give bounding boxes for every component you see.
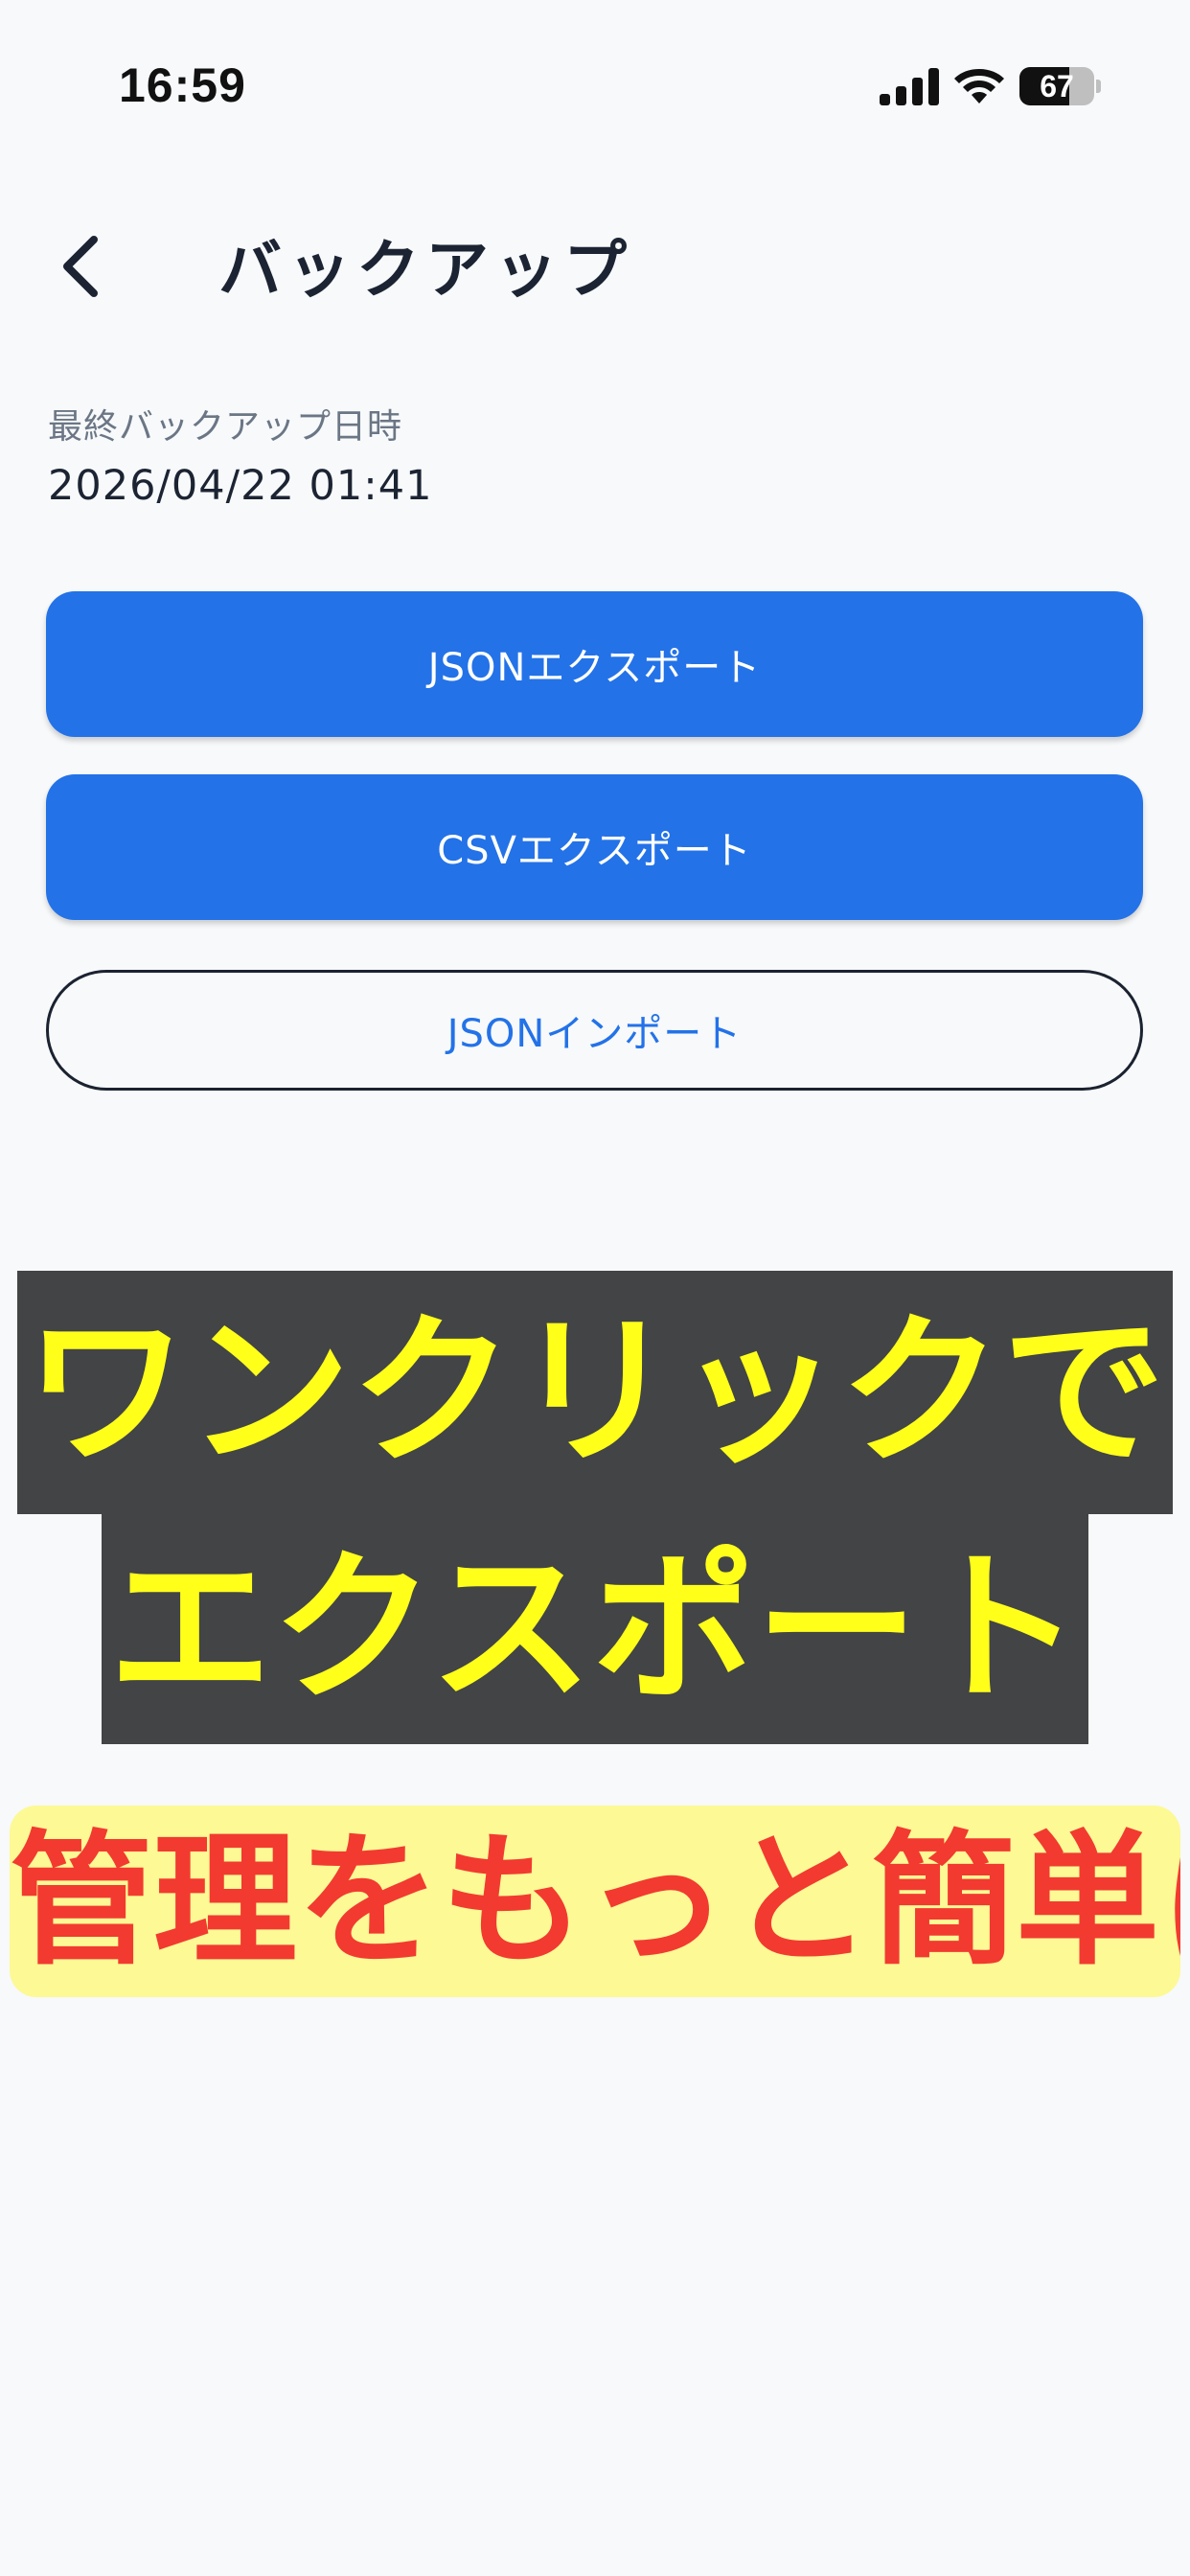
battery-cap (1096, 80, 1101, 93)
json-export-button[interactable]: JSONエクスポート (46, 591, 1143, 737)
page-title: バックアップ (218, 233, 632, 307)
signal-icon (880, 68, 939, 105)
status-bar: 16:59 67 (0, 0, 1190, 172)
last-backup-label: 最終バックアップ日時 (48, 407, 403, 447)
highlight-caption: 管理をもっと簡単に (10, 1806, 1180, 1997)
status-time: 16:59 (119, 58, 246, 112)
json-import-button[interactable]: JSONインポート (46, 970, 1143, 1091)
caption-line-2: エクスポート (102, 1514, 1088, 1744)
wifi-icon (954, 69, 1004, 104)
battery-body: 67 (1019, 67, 1094, 105)
chevron-left-icon (63, 236, 98, 297)
csv-export-button[interactable]: CSVエクスポート (46, 774, 1143, 920)
battery-icon: 67 (1019, 67, 1102, 105)
battery-level: 67 (1040, 69, 1074, 104)
back-button[interactable] (46, 220, 123, 307)
last-backup-value: 2026/04/22 01:41 (48, 462, 433, 510)
caption-line-1: ワンクリックで (17, 1271, 1173, 1514)
